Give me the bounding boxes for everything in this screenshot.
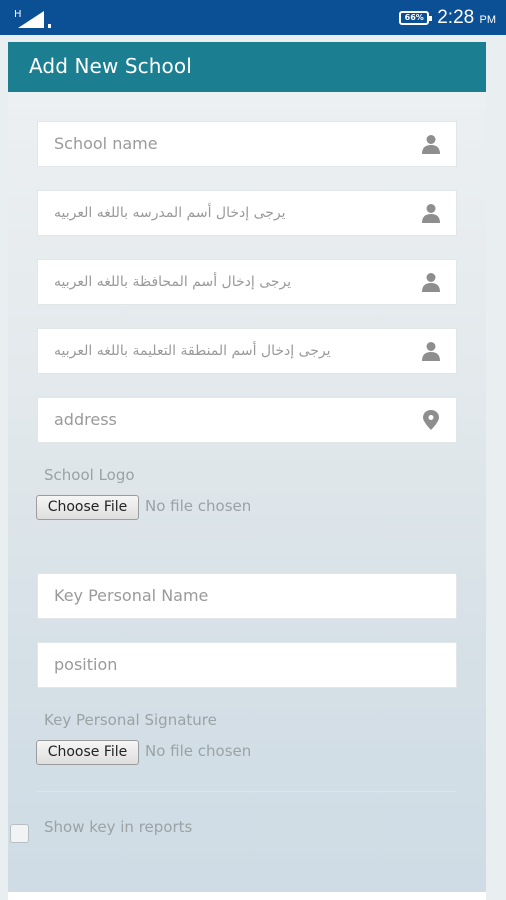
divider [37,791,457,792]
clock-time: 2:28 [437,7,475,28]
school-name-arabic-placeholder: يرجى إدخال أسم المدرسه باللغه العربيه [54,205,286,221]
show-key-checkbox[interactable] [10,824,29,843]
key-personal-name-placeholder: Key Personal Name [54,586,209,605]
clock: 2:28 PM [437,7,496,29]
school-logo-choose-file-button[interactable]: Choose File [36,495,139,520]
battery-icon: 66% [399,11,433,25]
educational-region-arabic-placeholder: يرجى إدخال أسم المنطقة التعليمة باللغه ا… [54,343,331,359]
school-name-input[interactable]: School name [37,121,457,167]
map-pin-icon [423,410,439,430]
key-personal-name-input[interactable]: Key Personal Name [37,573,457,619]
show-key-label: Show key in reports [44,818,193,836]
address-input[interactable]: address [37,397,457,443]
school-logo-label: School Logo [44,466,135,484]
person-icon [422,273,440,292]
governorate-arabic-placeholder: يرجى إدخال أسم المحافظة باللغه العربيه [54,274,292,290]
signal-icon: H [14,9,51,28]
clock-ampm: PM [479,14,497,26]
school-name-arabic-input[interactable]: يرجى إدخال أسم المدرسه باللغه العربيه [37,190,457,236]
next-field-partial[interactable] [8,892,486,900]
position-input[interactable]: position [37,642,457,688]
governorate-arabic-input[interactable]: يرجى إدخال أسم المحافظة باللغه العربيه [37,259,457,305]
battery-percent: 66% [404,13,424,22]
person-icon [422,204,440,223]
signature-file-status: No file chosen [145,742,252,760]
status-bar: H 66% 2:28 PM [0,0,506,35]
school-name-placeholder: School name [54,134,158,153]
signature-label: Key Personal Signature [44,711,217,729]
person-icon [422,342,440,361]
signature-choose-file-button[interactable]: Choose File [36,740,139,765]
school-logo-file-status: No file chosen [145,497,252,515]
educational-region-arabic-input[interactable]: يرجى إدخال أسم المنطقة التعليمة باللغه ا… [37,328,457,374]
address-placeholder: address [54,410,117,429]
position-placeholder: position [54,655,118,674]
page-title: Add New School [29,54,192,78]
divider [37,546,457,547]
person-icon [422,135,440,154]
network-type: H [14,9,22,20]
form-header: Add New School [8,42,486,92]
